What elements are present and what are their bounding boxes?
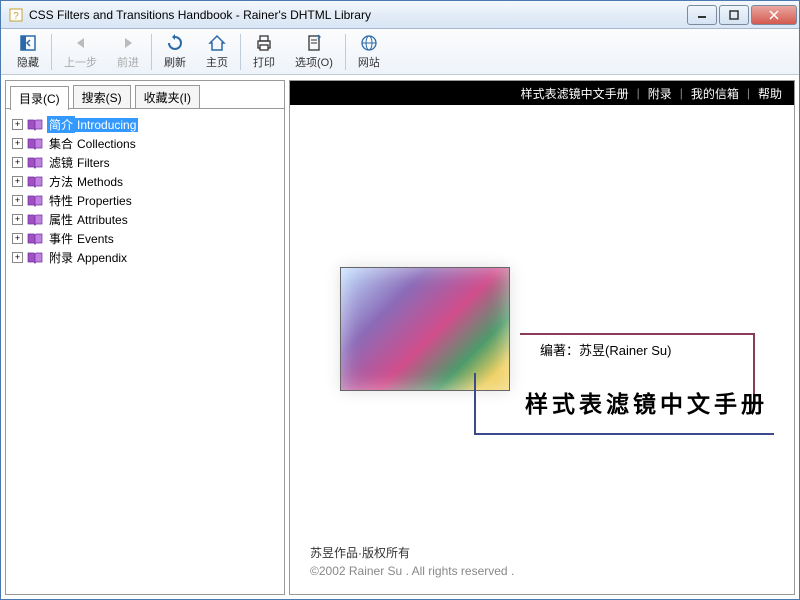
tree-label-en[interactable]: Appendix <box>75 251 129 265</box>
tree-item[interactable]: + 滤镜 Filters <box>12 153 278 172</box>
options-icon <box>304 33 324 53</box>
tree-label-en[interactable]: Events <box>75 232 116 246</box>
tool-label: 打印 <box>253 54 275 70</box>
forward-button[interactable]: 前进 <box>107 31 149 72</box>
back-arrow-icon <box>71 33 91 53</box>
home-button[interactable]: 主页 <box>196 31 238 72</box>
tree-label-cn[interactable]: 滤镜 <box>47 154 75 171</box>
minimize-button[interactable] <box>687 5 717 25</box>
tool-label: 网站 <box>358 54 380 70</box>
close-button[interactable] <box>751 5 797 25</box>
nav-separator: | <box>747 86 750 100</box>
tree-item[interactable]: + 特性 Properties <box>12 191 278 210</box>
main-area: 编著：苏昱(Rainer Su) 样式表滤镜中文手册 苏昱作品·版权所有 ©20… <box>290 105 794 594</box>
author-label: 编著：苏昱(Rainer Su) <box>540 340 671 359</box>
nav-manual[interactable]: 样式表滤镜中文手册 <box>521 85 629 102</box>
tree-label-cn[interactable]: 集合 <box>47 135 75 152</box>
book-icon <box>27 176 43 188</box>
book-icon <box>27 214 43 226</box>
book-icon <box>27 138 43 150</box>
tool-label: 隐藏 <box>17 54 39 70</box>
print-icon <box>254 33 274 53</box>
toolbar: 隐藏 上一步 前进 刷新 主页 打印 选项(O) <box>1 29 799 75</box>
window-title: CSS Filters and Transitions Handbook - R… <box>29 8 685 22</box>
book-icon <box>27 233 43 245</box>
toolbar-separator <box>151 34 152 70</box>
book-icon <box>27 119 43 131</box>
home-icon <box>207 33 227 53</box>
toolbar-separator <box>51 34 52 70</box>
tree-label-cn[interactable]: 事件 <box>47 230 75 247</box>
tree-label-en[interactable]: Filters <box>75 156 112 170</box>
book-icon <box>27 157 43 169</box>
toc-tree[interactable]: + 简介 Introducing + 集合 Collections + 滤镜 Filter… <box>6 108 284 594</box>
tree-label-en[interactable]: Attributes <box>75 213 130 227</box>
page-title: 样式表滤镜中文手册 <box>525 385 768 419</box>
tree-label-cn[interactable]: 简介 <box>47 116 75 133</box>
toolbar-separator <box>240 34 241 70</box>
svg-text:?: ? <box>13 11 19 22</box>
hide-icon <box>18 33 38 53</box>
forward-arrow-icon <box>118 33 138 53</box>
expand-icon[interactable]: + <box>12 233 23 244</box>
tab-favorites[interactable]: 收藏夹(I) <box>135 85 200 109</box>
tool-label: 主页 <box>206 54 228 70</box>
options-button[interactable]: 选项(O) <box>285 31 343 72</box>
footer-credit: 苏昱作品·版权所有 ©2002 Rainer Su . All rights r… <box>310 544 514 580</box>
tool-label: 前进 <box>117 54 139 70</box>
app-icon: ? <box>8 7 24 23</box>
tool-label: 上一步 <box>64 54 97 70</box>
refresh-icon <box>165 33 185 53</box>
tool-label: 选项(O) <box>295 54 333 70</box>
toolbar-separator <box>345 34 346 70</box>
nav-help[interactable]: 帮助 <box>758 85 782 102</box>
tree-item[interactable]: + 事件 Events <box>12 229 278 248</box>
content-pane: 样式表滤镜中文手册 | 附录 | 我的信箱 | 帮助 编著：苏昱(Rainer … <box>289 80 795 595</box>
tree-label-cn[interactable]: 方法 <box>47 173 75 190</box>
tree-label-en[interactable]: Collections <box>75 137 138 151</box>
footer-en: ©2002 Rainer Su . All rights reserved . <box>310 562 514 580</box>
hide-button[interactable]: 隐藏 <box>7 31 49 72</box>
tree-item[interactable]: + 简介 Introducing <box>12 115 278 134</box>
expand-icon[interactable]: + <box>12 195 23 206</box>
expand-icon[interactable]: + <box>12 119 23 130</box>
nav-separator: | <box>680 86 683 100</box>
globe-icon <box>359 33 379 53</box>
titlebar: ? CSS Filters and Transitions Handbook -… <box>1 1 799 29</box>
expand-icon[interactable]: + <box>12 176 23 187</box>
tool-label: 刷新 <box>164 54 186 70</box>
tree-label-en[interactable]: Introducing <box>75 118 138 132</box>
tab-search[interactable]: 搜索(S) <box>73 85 131 109</box>
book-icon <box>27 252 43 264</box>
expand-icon[interactable]: + <box>12 138 23 149</box>
refresh-button[interactable]: 刷新 <box>154 31 196 72</box>
tree-item[interactable]: + 方法 Methods <box>12 172 278 191</box>
expand-icon[interactable]: + <box>12 214 23 225</box>
tree-label-en[interactable]: Properties <box>75 194 134 208</box>
expand-icon[interactable]: + <box>12 157 23 168</box>
tree-item[interactable]: + 集合 Collections <box>12 134 278 153</box>
content-topnav: 样式表滤镜中文手册 | 附录 | 我的信箱 | 帮助 <box>290 81 794 105</box>
tree-label-en[interactable]: Methods <box>75 175 125 189</box>
website-button[interactable]: 网站 <box>348 31 390 72</box>
book-icon <box>27 195 43 207</box>
footer-cn: 苏昱作品·版权所有 <box>310 544 514 562</box>
nav-separator: | <box>637 86 640 100</box>
print-button[interactable]: 打印 <box>243 31 285 72</box>
tree-label-cn[interactable]: 附录 <box>47 249 75 266</box>
side-tabs: 目录(C) 搜索(S) 收藏夹(I) <box>6 81 284 109</box>
back-button[interactable]: 上一步 <box>54 31 107 72</box>
side-panel: 目录(C) 搜索(S) 收藏夹(I) + 简介 Introducing + 集合 Co… <box>5 80 285 595</box>
tree-item[interactable]: + 附录 Appendix <box>12 248 278 267</box>
tree-label-cn[interactable]: 属性 <box>47 211 75 228</box>
window-controls <box>685 5 797 25</box>
nav-appendix[interactable]: 附录 <box>648 85 672 102</box>
nav-mailbox[interactable]: 我的信箱 <box>691 85 739 102</box>
tab-toc[interactable]: 目录(C) <box>10 86 69 110</box>
maximize-button[interactable] <box>719 5 749 25</box>
tree-item[interactable]: + 属性 Attributes <box>12 210 278 229</box>
tree-label-cn[interactable]: 特性 <box>47 192 75 209</box>
expand-icon[interactable]: + <box>12 252 23 263</box>
